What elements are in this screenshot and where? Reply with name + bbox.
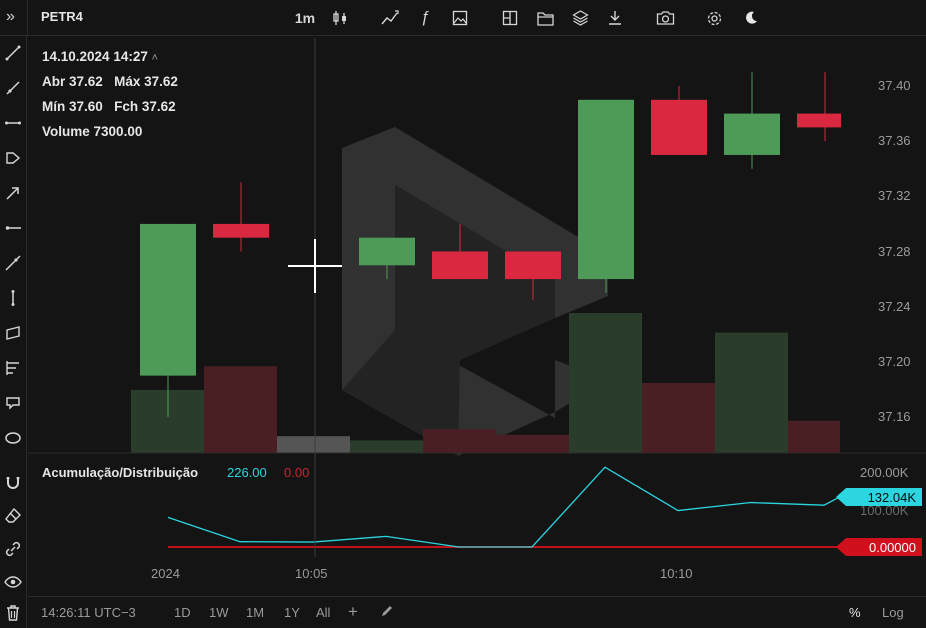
- candle-body: [797, 113, 841, 128]
- bottom-toolbar: 14:26:11 UTC−3 1D 1W 1M 1Y All + % Log: [28, 596, 926, 628]
- link-icon[interactable]: [3, 539, 23, 559]
- indicators-icon[interactable]: [378, 6, 402, 30]
- ellipse-icon[interactable]: [3, 428, 23, 448]
- chart-canvas[interactable]: [28, 37, 926, 597]
- candle-body: [724, 113, 780, 155]
- range-1m[interactable]: 1M: [246, 605, 264, 620]
- fib-icon[interactable]: [3, 358, 23, 378]
- low-value: 37.60: [69, 99, 103, 114]
- vertical-line-icon[interactable]: [3, 288, 23, 308]
- legend-ohlc-row2: Mín 37.60 Fch 37.62: [42, 99, 176, 114]
- volume-label: Volume: [42, 124, 90, 139]
- price-tick: 37.20: [878, 354, 911, 369]
- theme-moon-icon[interactable]: [740, 6, 762, 30]
- low-label: Mín: [42, 99, 66, 114]
- volume-value: 7300.00: [93, 124, 143, 139]
- symbol-selector[interactable]: PETR4: [41, 9, 83, 24]
- interval-selector[interactable]: 1m: [290, 6, 320, 30]
- download-icon[interactable]: [604, 6, 626, 30]
- close-value: 37.62: [141, 99, 176, 114]
- horizontal-ray-icon[interactable]: [3, 218, 23, 238]
- chevron-up-icon[interactable]: ˄: [152, 52, 158, 64]
- range-1w[interactable]: 1W: [209, 605, 229, 620]
- camera-icon[interactable]: [653, 6, 677, 30]
- candle-body: [432, 251, 488, 280]
- layout-icon[interactable]: [499, 6, 521, 30]
- add-range-button[interactable]: +: [348, 602, 358, 622]
- log-toggle[interactable]: Log: [882, 605, 904, 620]
- range-1y[interactable]: 1Y: [284, 605, 300, 620]
- eye-icon[interactable]: [3, 572, 23, 592]
- clock: 14:26:11 UTC−3: [41, 605, 136, 620]
- ad-value-tag: 132.04K: [836, 488, 922, 506]
- volume-bar: [204, 366, 277, 453]
- drawing-toolbar: [0, 36, 27, 628]
- zero-value-tag: 0.00000: [836, 538, 922, 556]
- time-tick: 10:05: [295, 566, 328, 581]
- arrow-icon[interactable]: [3, 183, 23, 203]
- indicator-value-2: 0.00: [284, 465, 310, 480]
- magnet-icon[interactable]: [3, 473, 23, 493]
- price-tick: 37.28: [878, 244, 911, 259]
- candle-body: [213, 223, 269, 238]
- indicator-value-1: 226.00: [227, 465, 267, 480]
- legend-datetime: 14.10.2024 14:27 ˄: [42, 49, 158, 64]
- volume-bar: [423, 429, 496, 453]
- volume-bar: [715, 332, 788, 453]
- percent-toggle[interactable]: %: [849, 605, 861, 620]
- price-tick: 37.36: [878, 133, 911, 148]
- volume-bar: [496, 434, 569, 453]
- layers-icon[interactable]: [569, 6, 591, 30]
- high-value: 37.62: [144, 74, 178, 89]
- image-icon[interactable]: [449, 6, 471, 30]
- price-tick: 37.16: [878, 409, 911, 424]
- legend-volume: Volume 7300.00: [42, 124, 142, 139]
- horizontal-segment-icon[interactable]: [3, 113, 23, 133]
- open-label: Abr: [42, 74, 66, 89]
- volume-bar: [788, 420, 840, 453]
- folder-icon[interactable]: [534, 6, 556, 30]
- price-label-icon[interactable]: [3, 148, 23, 168]
- extended-line-icon[interactable]: [3, 253, 23, 273]
- candle-style-icon[interactable]: [328, 6, 352, 30]
- watermark-logo: [342, 127, 608, 456]
- ad-line: [167, 466, 841, 548]
- close-label: Fch: [114, 99, 139, 114]
- pencil-icon[interactable]: [380, 604, 394, 621]
- volume-bar: [277, 436, 350, 453]
- price-tick: 37.40: [878, 78, 911, 93]
- range-all[interactable]: All: [316, 605, 330, 620]
- legend-datetime-text: 14.10.2024 14:27: [42, 49, 148, 64]
- ad-indicator-layer: [167, 466, 841, 548]
- candle-body: [505, 251, 561, 280]
- ray-icon[interactable]: [3, 78, 23, 98]
- divider: [27, 0, 28, 36]
- trend-line-icon[interactable]: [3, 43, 23, 63]
- time-tick: 10:10: [660, 566, 693, 581]
- volume-bar: [569, 313, 642, 453]
- top-toolbar: » PETR4 1m ƒ: [0, 0, 926, 36]
- volume-bar: [350, 440, 423, 453]
- range-1d[interactable]: 1D: [174, 605, 191, 620]
- settings-icon[interactable]: [703, 6, 725, 30]
- candle-body: [651, 99, 707, 155]
- volume-bar: [642, 383, 715, 453]
- function-icon[interactable]: ƒ: [414, 6, 436, 30]
- parallelogram-icon[interactable]: [3, 323, 23, 343]
- price-tick: 37.24: [878, 299, 911, 314]
- time-tick: 2024: [151, 566, 180, 581]
- eraser-icon[interactable]: [3, 506, 23, 526]
- callout-icon[interactable]: [3, 393, 23, 413]
- expand-sidebar-button[interactable]: »: [6, 8, 15, 26]
- indicator-axis-tick: 200.00K: [860, 465, 909, 480]
- candle-body: [140, 223, 196, 376]
- high-label: Máx: [114, 74, 141, 89]
- candle-body: [359, 237, 415, 266]
- indicator-title[interactable]: Acumulação/Distribuição: [42, 465, 198, 480]
- open-value: 37.62: [69, 74, 103, 89]
- candle-body: [578, 99, 634, 280]
- legend-ohlc-row1: Abr 37.62 Máx 37.62: [42, 74, 178, 89]
- price-tick: 37.32: [878, 188, 911, 203]
- trash-icon[interactable]: [3, 603, 23, 623]
